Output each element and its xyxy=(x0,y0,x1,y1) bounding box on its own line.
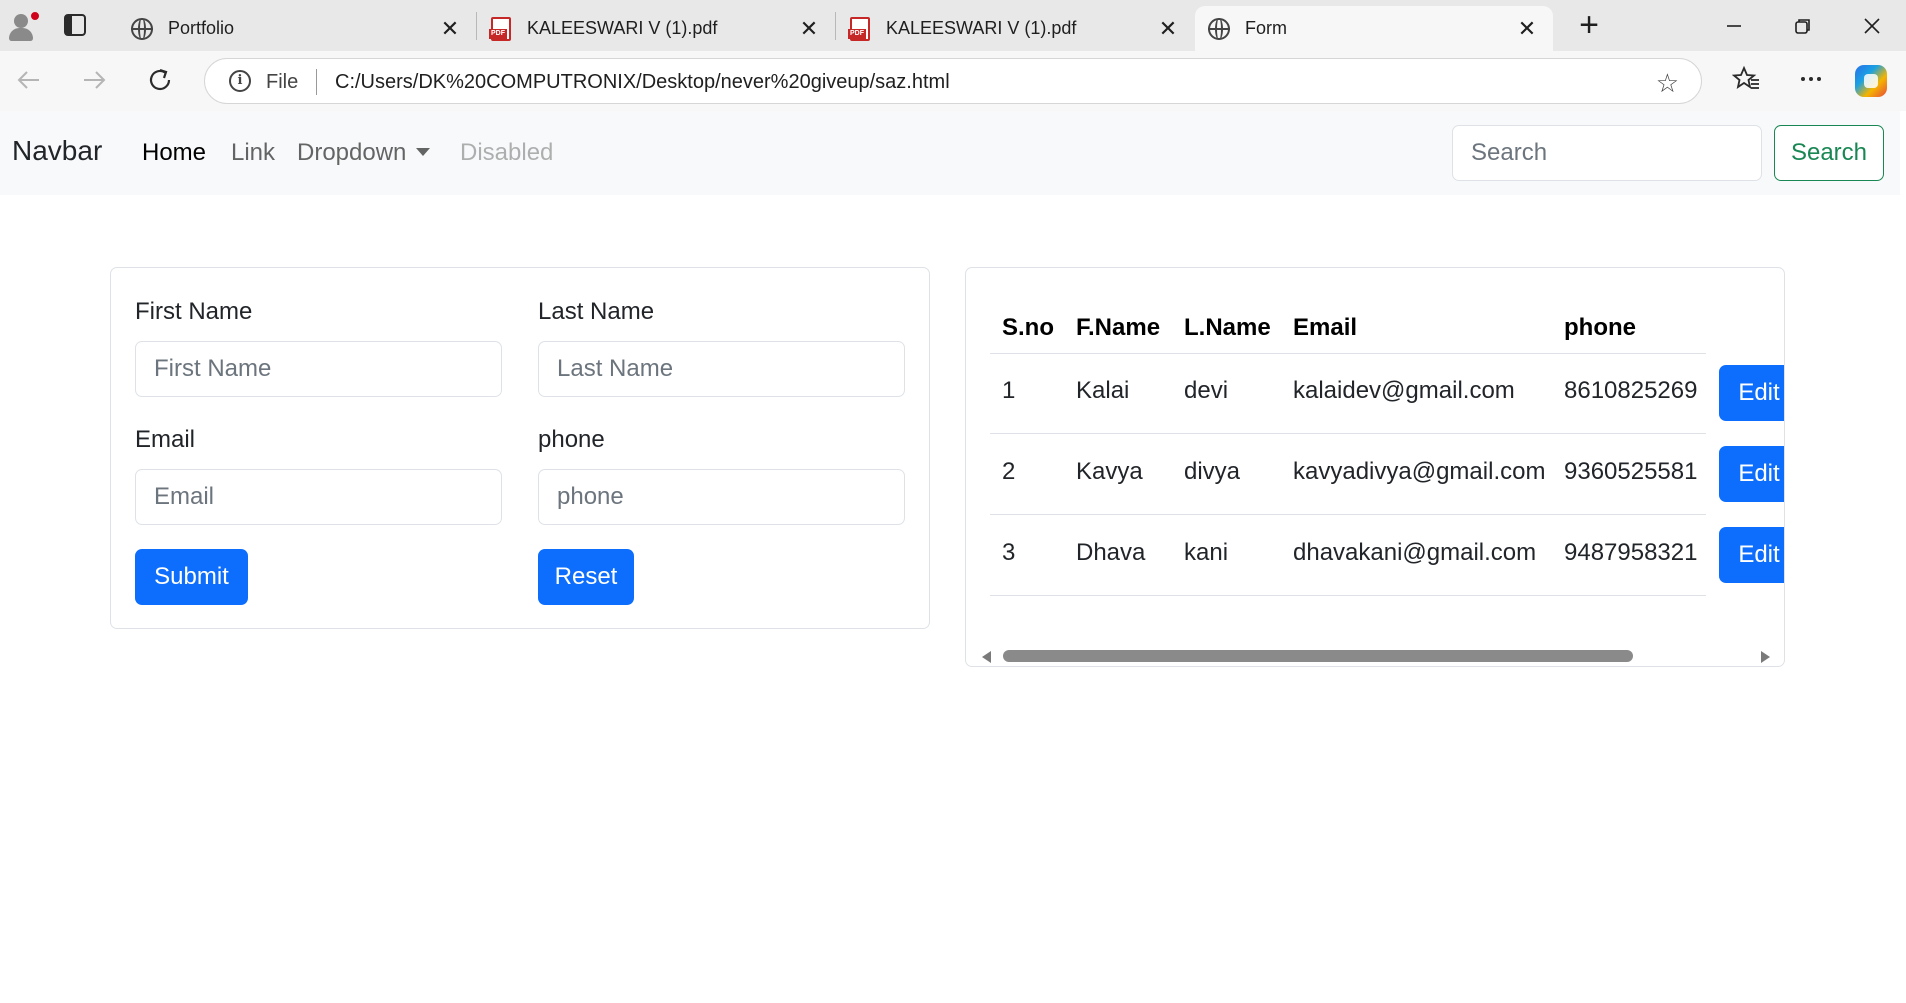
navbar: Navbar Home Link Dropdown Disabled Searc… xyxy=(0,111,1900,195)
column-header-email: Email xyxy=(1293,314,1358,341)
favorites-icon[interactable] xyxy=(1729,65,1763,99)
submit-button[interactable]: Submit xyxy=(135,549,248,605)
forward-arrow-icon[interactable] xyxy=(78,65,110,97)
address-bar[interactable]: i File C:/Users/DK%20COMPUTRONIX/Desktop… xyxy=(204,58,1702,104)
horizontal-scrollbar[interactable] xyxy=(978,646,1778,666)
reload-icon[interactable] xyxy=(144,65,176,97)
cell-phone: 9487958321 xyxy=(1564,539,1698,566)
edit-button-row-1[interactable]: Edit xyxy=(1719,365,1784,421)
pdf-icon: PDF xyxy=(489,16,513,41)
column-header-phone: phone xyxy=(1564,314,1636,341)
address-divider xyxy=(316,69,317,95)
header-divider xyxy=(990,353,1706,354)
column-header-fname: F.Name xyxy=(1076,314,1161,341)
close-window-icon[interactable] xyxy=(1852,8,1892,44)
scroll-left-arrow-icon[interactable] xyxy=(982,651,991,663)
notification-dot-icon xyxy=(30,11,40,21)
close-tab-icon[interactable]: ✕ xyxy=(1154,15,1182,43)
browser-tab-pdf-2[interactable]: PDF KALEESWARI V (1).pdf ✕ xyxy=(836,6,1194,51)
page-content: Navbar Home Link Dropdown Disabled Searc… xyxy=(0,111,1906,1003)
cell-lname: kani xyxy=(1184,539,1229,566)
scrollbar-thumb[interactable] xyxy=(1003,650,1633,662)
last-name-input[interactable] xyxy=(538,341,905,397)
cell-sno: 2 xyxy=(1002,458,1016,485)
tab-title: KALEESWARI V (1).pdf xyxy=(527,18,718,38)
phone-label: phone xyxy=(538,426,605,453)
row-divider xyxy=(990,514,1706,515)
favorite-star-icon[interactable]: ☆ xyxy=(1656,68,1679,99)
profile-avatar-icon[interactable] xyxy=(4,8,40,44)
column-header-sno: S.no xyxy=(1002,314,1054,341)
new-tab-button[interactable]: + xyxy=(1571,8,1607,44)
globe-icon xyxy=(130,17,154,41)
back-arrow-icon[interactable] xyxy=(13,65,45,97)
url-text[interactable]: C:/Users/DK%20COMPUTRONIX/Desktop/never%… xyxy=(335,71,950,94)
email-input[interactable] xyxy=(135,469,502,525)
first-name-input[interactable] xyxy=(135,341,502,397)
form-card: First Name Last Name Email phone Submit … xyxy=(110,267,930,629)
browser-tab-pdf-1[interactable]: PDF KALEESWARI V (1).pdf ✕ xyxy=(477,6,835,51)
row-divider xyxy=(990,595,1706,596)
vertical-tabs-icon[interactable] xyxy=(64,14,86,36)
cell-email: dhavakani@gmail.com xyxy=(1293,539,1537,566)
browser-tab-form[interactable]: Form ✕ xyxy=(1195,6,1553,51)
pdf-icon: PDF xyxy=(848,16,872,41)
close-tab-icon[interactable]: ✕ xyxy=(1513,15,1541,43)
nav-link-home[interactable]: Home xyxy=(142,139,206,167)
close-tab-icon[interactable]: ✕ xyxy=(795,15,823,43)
info-icon[interactable]: i xyxy=(229,70,251,92)
nav-link-link[interactable]: Link xyxy=(231,139,275,167)
copilot-icon[interactable] xyxy=(1855,65,1887,97)
cell-email: kavyadivya@gmail.com xyxy=(1293,458,1546,485)
cell-sno: 3 xyxy=(1002,539,1016,566)
cell-lname: divya xyxy=(1184,458,1241,485)
restore-icon[interactable] xyxy=(1783,8,1823,44)
column-header-lname: L.Name xyxy=(1184,314,1271,341)
browser-tab-strip: Portfolio ✕ PDF KALEESWARI V (1).pdf ✕ P… xyxy=(0,0,1906,51)
navbar-search-input[interactable] xyxy=(1452,125,1762,181)
cell-sno: 1 xyxy=(1002,377,1016,404)
scheme-label: File xyxy=(266,71,299,93)
navbar-search-button[interactable]: Search xyxy=(1774,125,1884,181)
minimize-icon[interactable] xyxy=(1714,8,1754,44)
caret-down-icon xyxy=(416,148,431,156)
scroll-right-arrow-icon[interactable] xyxy=(1761,651,1770,663)
edit-button-row-3[interactable]: Edit xyxy=(1719,527,1784,583)
reset-button[interactable]: Reset xyxy=(538,549,634,605)
phone-input[interactable] xyxy=(538,469,905,525)
edit-button-row-2[interactable]: Edit xyxy=(1719,446,1784,502)
tab-title: KALEESWARI V (1).pdf xyxy=(886,18,1077,38)
nav-link-disabled: Disabled xyxy=(460,139,554,166)
cell-phone: 8610825269 xyxy=(1564,377,1698,404)
tab-title: Form xyxy=(1245,18,1287,38)
cell-phone: 9360525581 xyxy=(1564,458,1698,485)
nav-link-dropdown[interactable]: Dropdown xyxy=(297,139,431,167)
records-table-card: S.no F.Name L.Name Email phone 1 Kalai d… xyxy=(965,267,1785,667)
cell-lname: devi xyxy=(1184,377,1229,404)
tab-title: Portfolio xyxy=(168,18,235,38)
first-name-label: First Name xyxy=(135,298,253,325)
navbar-brand[interactable]: Navbar xyxy=(12,135,102,167)
cell-fname: Kalai xyxy=(1076,377,1130,404)
globe-icon xyxy=(1207,17,1231,41)
close-tab-icon[interactable]: ✕ xyxy=(436,15,464,43)
cell-email: kalaidev@gmail.com xyxy=(1293,377,1515,404)
cell-fname: Dhava xyxy=(1076,539,1146,566)
browser-tab-portfolio[interactable]: Portfolio ✕ xyxy=(118,6,476,51)
browser-toolbar: i File C:/Users/DK%20COMPUTRONIX/Desktop… xyxy=(0,51,1906,111)
dropdown-label: Dropdown xyxy=(297,139,407,166)
cell-fname: Kavya xyxy=(1076,458,1143,485)
last-name-label: Last Name xyxy=(538,298,655,325)
more-options-icon[interactable] xyxy=(1794,65,1828,99)
row-divider xyxy=(990,433,1706,434)
email-label: Email xyxy=(135,426,196,453)
